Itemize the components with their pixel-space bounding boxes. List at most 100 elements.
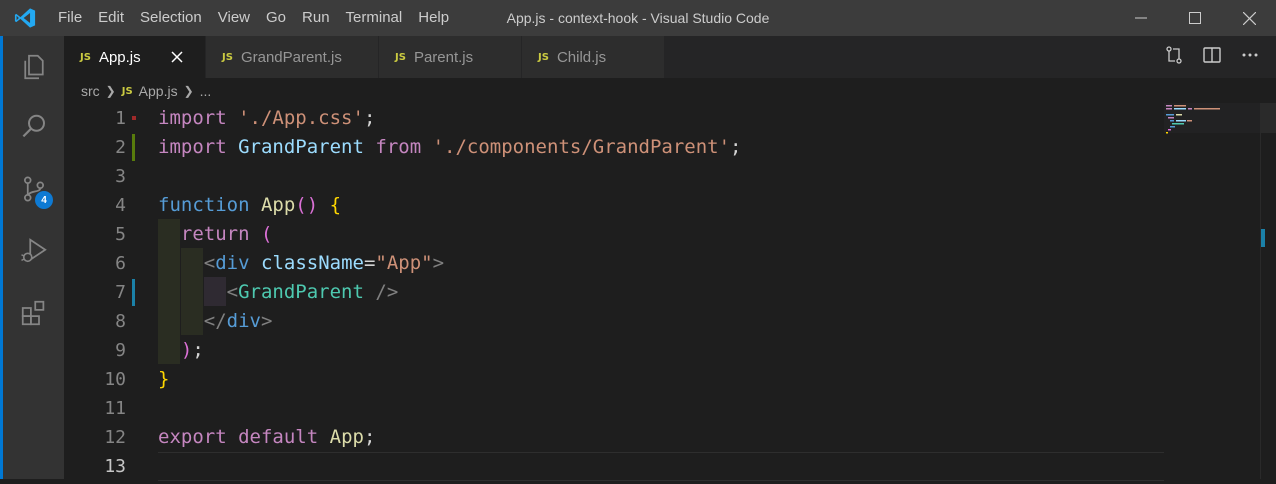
code-line: 6 <div className="App"> bbox=[64, 249, 1164, 278]
line-number: 5 bbox=[115, 224, 126, 245]
line-number: 9 bbox=[115, 340, 126, 361]
scrollbar-change-marker bbox=[1261, 229, 1265, 247]
added-line-marker bbox=[132, 134, 135, 161]
line-number: 13 bbox=[104, 456, 126, 477]
gutter-marker bbox=[132, 116, 136, 120]
explorer-icon bbox=[23, 54, 44, 80]
code-line: 5 return ( bbox=[64, 220, 1164, 249]
breadcrumb: src ❯ JS App.js ❯ ... bbox=[81, 79, 211, 103]
menu-terminal[interactable]: Terminal bbox=[338, 0, 411, 36]
code-text: } bbox=[158, 368, 170, 390]
menu-edit[interactable]: Edit bbox=[90, 0, 132, 36]
code-line: 11 bbox=[64, 394, 1164, 423]
source-control-badge: 4 bbox=[35, 191, 53, 209]
run-debug-button[interactable] bbox=[3, 220, 64, 282]
breadcrumb-file[interactable]: App.js bbox=[139, 83, 178, 99]
explorer-button[interactable] bbox=[3, 36, 64, 98]
menu-go[interactable]: Go bbox=[258, 0, 294, 36]
code-text: export default App; bbox=[158, 426, 376, 448]
js-file-icon: JS bbox=[222, 51, 233, 63]
line-number: 6 bbox=[115, 253, 126, 274]
code-text: <GrandParent /> bbox=[226, 281, 399, 303]
run-debug-icon bbox=[20, 238, 47, 263]
maximize-button[interactable] bbox=[1168, 0, 1222, 36]
scrollbar-thumb[interactable] bbox=[1261, 103, 1276, 133]
code-text: import GrandParent from './components/Gr… bbox=[158, 136, 742, 158]
tab-app-js[interactable]: JS App.js bbox=[64, 36, 206, 78]
chevron-right-icon: ❯ bbox=[183, 84, 194, 98]
maximize-icon bbox=[1189, 12, 1201, 24]
code-text: </div> bbox=[203, 310, 273, 332]
js-file-icon: JS bbox=[538, 51, 549, 63]
compare-changes-icon bbox=[1166, 45, 1182, 64]
vscode-logo-icon bbox=[0, 0, 50, 36]
code-text: <div className="App"> bbox=[203, 252, 445, 274]
js-file-icon: JS bbox=[395, 51, 406, 63]
menu-selection[interactable]: Selection bbox=[132, 0, 210, 36]
minimize-icon bbox=[1135, 17, 1147, 19]
search-button[interactable] bbox=[3, 96, 64, 158]
tab-label: Child.js bbox=[556, 48, 607, 66]
menu-file[interactable]: File bbox=[50, 0, 90, 36]
title-bar: File Edit Selection View Go Run Terminal… bbox=[0, 0, 1276, 36]
line-number: 10 bbox=[104, 369, 126, 390]
split-editor-icon bbox=[1203, 46, 1221, 63]
close-icon bbox=[171, 51, 183, 63]
code-text: ); bbox=[180, 339, 204, 361]
code-line: 12 export default App; bbox=[64, 423, 1164, 452]
code-line: 8 </div> bbox=[64, 307, 1164, 336]
open-changes-button[interactable] bbox=[1164, 45, 1184, 70]
menu-run[interactable]: Run bbox=[294, 0, 338, 36]
split-editor-button[interactable] bbox=[1202, 45, 1222, 70]
ellipsis-icon bbox=[1242, 53, 1258, 56]
modified-line-marker bbox=[132, 279, 135, 306]
breadcrumb-symbol[interactable]: ... bbox=[200, 83, 212, 99]
code-editor[interactable]: 1 import './App.css'; 2 import GrandPare… bbox=[64, 103, 1164, 481]
menu-bar: File Edit Selection View Go Run Terminal… bbox=[50, 0, 457, 36]
close-window-button[interactable] bbox=[1222, 0, 1276, 36]
extensions-button[interactable] bbox=[3, 282, 64, 344]
line-number: 2 bbox=[115, 137, 126, 158]
minimize-button[interactable] bbox=[1114, 0, 1168, 36]
extensions-icon bbox=[21, 300, 44, 326]
chevron-right-icon: ❯ bbox=[105, 84, 116, 98]
line-number: 1 bbox=[115, 108, 126, 129]
code-line: 4 function App() { bbox=[64, 191, 1164, 220]
close-icon bbox=[1242, 11, 1256, 25]
line-number: 4 bbox=[115, 195, 126, 216]
search-icon bbox=[22, 114, 45, 138]
code-line: 7 <GrandParent /> bbox=[64, 278, 1164, 307]
tab-label: App.js bbox=[98, 48, 141, 66]
tab-bar: JS App.js JS GrandParent.js JS Parent.js… bbox=[64, 36, 1276, 78]
js-file-icon: JS bbox=[80, 51, 91, 63]
code-text: import './App.css'; bbox=[158, 107, 376, 129]
editor-actions bbox=[1164, 36, 1260, 78]
current-line-highlight bbox=[158, 452, 1164, 481]
tab-grandparent-js[interactable]: JS GrandParent.js bbox=[206, 36, 379, 78]
code-text: return ( bbox=[180, 223, 273, 245]
code-line: 1 import './App.css'; bbox=[64, 104, 1164, 133]
breadcrumb-folder[interactable]: src bbox=[81, 83, 100, 99]
line-number: 7 bbox=[115, 282, 126, 303]
line-number: 3 bbox=[115, 166, 126, 187]
menu-help[interactable]: Help bbox=[410, 0, 457, 36]
minimap[interactable] bbox=[1164, 103, 1260, 479]
code-line: 9 ); bbox=[64, 336, 1164, 365]
source-control-button[interactable] bbox=[3, 158, 64, 220]
line-number: 11 bbox=[104, 398, 126, 419]
code-line: 2 import GrandParent from './components/… bbox=[64, 133, 1164, 162]
menu-view[interactable]: View bbox=[210, 0, 258, 36]
tab-label: Parent.js bbox=[413, 48, 474, 66]
vertical-scrollbar[interactable] bbox=[1260, 103, 1276, 479]
code-text: function App() { bbox=[158, 194, 342, 216]
more-actions-button[interactable] bbox=[1240, 45, 1260, 70]
minimap-preview bbox=[1164, 103, 1260, 134]
tab-child-js[interactable]: JS Child.js bbox=[522, 36, 665, 78]
line-number: 12 bbox=[104, 427, 126, 448]
tab-parent-js[interactable]: JS Parent.js bbox=[379, 36, 522, 78]
js-file-icon: JS bbox=[121, 85, 133, 97]
line-number: 8 bbox=[115, 311, 126, 332]
code-line-current: 13 bbox=[64, 452, 1164, 481]
tab-close-button[interactable] bbox=[169, 49, 185, 65]
code-line: 3 bbox=[64, 162, 1164, 191]
